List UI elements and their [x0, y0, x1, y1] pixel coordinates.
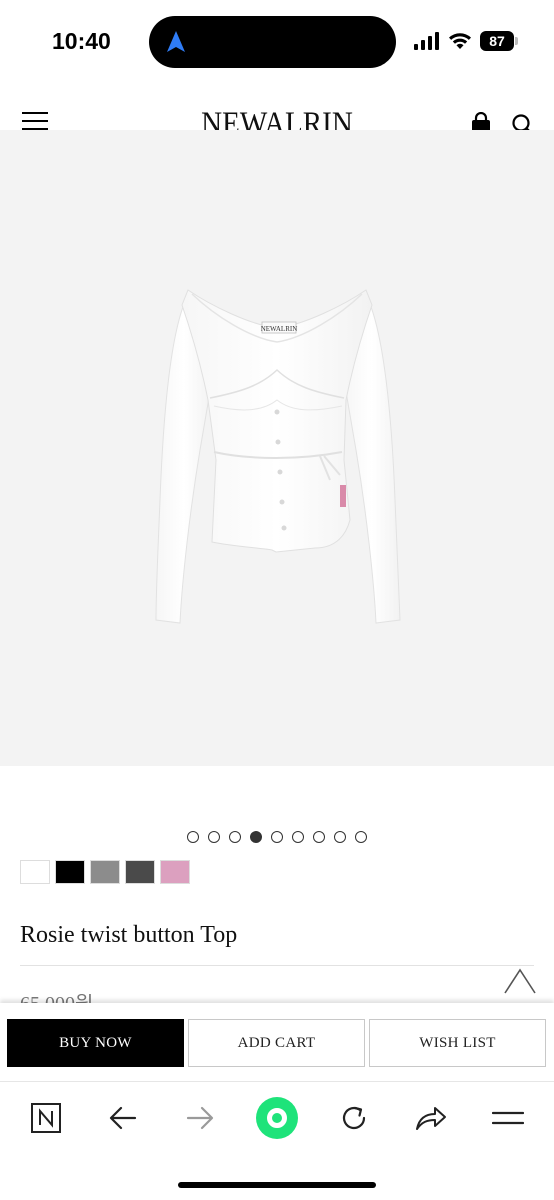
- color-swatch[interactable]: [20, 860, 50, 884]
- forward-arrow-icon[interactable]: [180, 1098, 220, 1138]
- white-top-garment-image: NEWALRIN: [155, 289, 401, 624]
- menu-lines-icon[interactable]: [488, 1098, 528, 1138]
- carousel-dot[interactable]: [313, 831, 325, 843]
- naver-n-icon[interactable]: [26, 1098, 66, 1138]
- battery-indicator: 87: [480, 31, 518, 51]
- color-swatch[interactable]: [125, 860, 155, 884]
- color-swatch[interactable]: [90, 860, 120, 884]
- navigation-arrow-icon: [167, 31, 185, 52]
- wish-list-button[interactable]: WISH LIST: [369, 1019, 546, 1067]
- green-home-icon[interactable]: [255, 1096, 299, 1140]
- carousel-dot[interactable]: [355, 831, 367, 843]
- title-divider: [20, 965, 534, 966]
- battery-level: 87: [489, 33, 505, 49]
- home-indicator: [178, 1182, 376, 1188]
- garment-label: NEWALRIN: [261, 325, 298, 333]
- carousel-dot[interactable]: [250, 831, 262, 843]
- carousel-dot[interactable]: [187, 831, 199, 843]
- refresh-icon[interactable]: [334, 1098, 374, 1138]
- dynamic-island: [149, 16, 396, 68]
- carousel-dot[interactable]: [229, 831, 241, 843]
- share-icon[interactable]: [411, 1098, 451, 1138]
- battery-tip: [515, 37, 518, 45]
- carousel-dots: [0, 831, 554, 843]
- buy-now-button[interactable]: BUY NOW: [7, 1019, 184, 1067]
- carousel-dot[interactable]: [334, 831, 346, 843]
- product-image[interactable]: NEWALRIN: [0, 130, 554, 766]
- status-icons: 87: [414, 30, 518, 52]
- back-arrow-icon[interactable]: [103, 1098, 143, 1138]
- wifi-icon: [449, 33, 471, 49]
- status-time: 10:40: [52, 28, 111, 54]
- add-cart-button[interactable]: ADD CART: [188, 1019, 365, 1067]
- signal-icon: [414, 32, 439, 50]
- color-swatch[interactable]: [55, 860, 85, 884]
- status-bar: 10:40 87: [0, 0, 554, 82]
- carousel-dot[interactable]: [271, 831, 283, 843]
- product-title: Rosie twist button Top: [20, 922, 238, 948]
- carousel-dot[interactable]: [292, 831, 304, 843]
- browser-toolbar: [0, 1081, 554, 1200]
- action-bar: BUY NOW ADD CART WISH LIST: [0, 1003, 554, 1081]
- color-swatch[interactable]: [160, 860, 190, 884]
- color-swatches: [20, 860, 190, 884]
- scroll-to-top-icon[interactable]: [502, 966, 538, 996]
- carousel-dot[interactable]: [208, 831, 220, 843]
